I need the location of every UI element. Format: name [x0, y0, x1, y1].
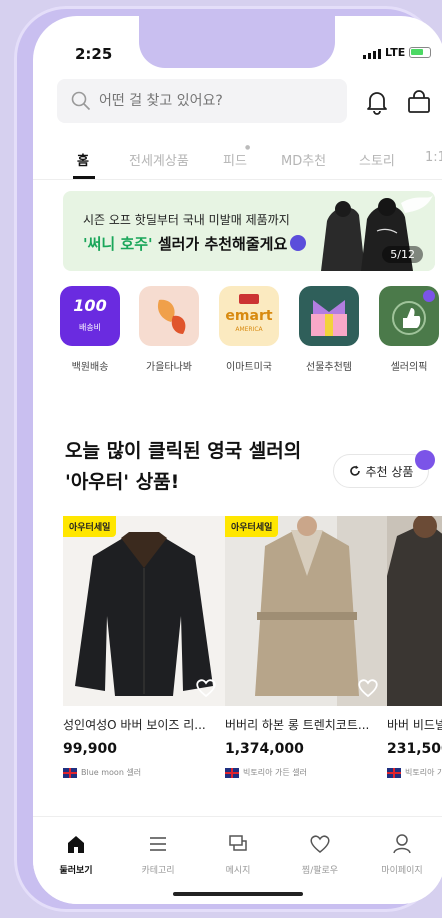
section-title-line1: 오늘 많이 클릭된 영국 셀러의 [65, 440, 302, 462]
seller-info: 빅토리아 가든 셀러 [225, 767, 387, 778]
nav-label: 메시지 [225, 866, 251, 876]
tile-text: 100 [73, 296, 107, 315]
quick-menu-label: 선물추천템 [306, 362, 352, 373]
recommend-button-label: 추천 상품 [365, 464, 414, 479]
tab-md-pick[interactable]: MD추천 [281, 150, 326, 169]
notch [139, 16, 335, 68]
app-screen: 2:25 LTE 홈 전세계상품 피드 ● MD [33, 16, 442, 904]
quick-menu-label: 가을타나봐 [146, 362, 192, 373]
nav-label: 마이페이지 [381, 866, 423, 876]
product-name: 버버리 하본 롱 트렌치코트... [225, 718, 370, 732]
network-label: LTE [385, 46, 406, 59]
seller-badge-icon [290, 235, 307, 251]
tile-subtext: AMERICA [235, 326, 263, 333]
product-price: 99,900 [63, 741, 118, 757]
gift-box-icon [299, 286, 359, 346]
nav-label: 둘러보기 [59, 866, 93, 876]
product-image: 아우터세일 [63, 516, 225, 706]
banner-subtitle: 시즌 오프 핫딜부터 국내 미발매 제품까지 [83, 213, 290, 227]
quick-menu-label: 백원배송 [71, 362, 109, 373]
tab-global-products[interactable]: 전세계상품 [129, 150, 189, 169]
category-tabs: 홈 전세계상품 피드 ● MD추천 스토리 1:1 [33, 136, 442, 180]
tab-new-dot: ● [245, 144, 251, 151]
nav-label: 카테고리 [141, 866, 175, 876]
product-card[interactable]: 아우터세일 버버리 하본 롱 트렌치코트... 1,374,000 빅토리아 가… [225, 516, 387, 778]
tile-subtext: 배송비 [78, 323, 102, 332]
thumbs-up-icon [379, 286, 439, 346]
section-title: 오늘 많이 클릭된 영국 셀러의 '아우터' 상품! [65, 436, 345, 498]
signal-icon [363, 49, 381, 59]
emart-logo-icon: emart AMERICA [219, 286, 279, 346]
battery-icon [409, 47, 431, 58]
uk-flag-icon [63, 767, 77, 778]
tab-home[interactable]: 홈 [77, 150, 89, 169]
status-time: 2:25 [75, 45, 113, 63]
quick-menu-item[interactable]: emart AMERICA 이마트미국 [218, 286, 280, 373]
refresh-icon [349, 465, 360, 476]
home-indicator [173, 892, 303, 896]
nav-message[interactable]: 메시지 [203, 833, 273, 876]
hundred-won-delivery-icon: 100 배송비 [60, 286, 120, 346]
tile-text: emart [225, 308, 273, 324]
uk-flag-icon [387, 767, 401, 778]
nav-mypage[interactable]: 마이페이지 [367, 833, 437, 876]
autumn-leaf-icon [139, 286, 199, 346]
product-card[interactable]: 아우터세일 성인여성O 바버 보이즈 리... 99,900 Blue moon… [63, 516, 225, 778]
heart-icon [310, 835, 330, 853]
banner-counter: 5/12 [382, 246, 423, 263]
search-bar[interactable] [57, 79, 347, 123]
menu-icon [150, 837, 166, 851]
shopping-bag-icon[interactable] [405, 88, 433, 116]
wishlist-heart-icon[interactable] [357, 678, 379, 698]
product-price: 1,374,000 [225, 741, 304, 757]
phone-frame: 2:25 LTE 홈 전세계상품 피드 ● MD [14, 6, 442, 912]
seller-name: 빅토리아 가든 셀러 [243, 768, 307, 777]
nav-label: 찜/팔로우 [301, 866, 339, 876]
search-input[interactable] [99, 93, 329, 109]
search-icon [71, 91, 91, 111]
message-icon [229, 835, 247, 851]
seller-info: Blue moon 셀러 [63, 767, 225, 778]
sale-badge: 아우터세일 [63, 516, 117, 537]
quick-menu-label: 이마트미국 [226, 362, 272, 373]
product-name: 성인여성O 바버 보이즈 리... [63, 718, 206, 732]
promo-banner[interactable]: 시즌 오프 핫딜부터 국내 미발매 제품까지 '써니 호주' 셀러가 추천해줄게… [63, 191, 435, 271]
sale-badge: 아우터세일 [225, 516, 279, 537]
tab-story[interactable]: 스토리 [359, 150, 395, 169]
banner-title: '써니 호주' 셀러가 추천해줄게요 [83, 233, 307, 254]
seller-name: Blue moon 셀러 [81, 768, 142, 777]
bell-icon[interactable] [363, 88, 391, 116]
product-image: 아우터세일 [225, 516, 387, 706]
uk-flag-icon [225, 767, 239, 778]
bottom-navigation: 둘러보기 카테고리 메시지 찜/팔로우 마이페이지 [33, 816, 442, 904]
quick-menu-item[interactable]: 선물추천템 [298, 286, 360, 373]
chat-bot-badge-icon[interactable] [415, 450, 435, 470]
nav-wishlist[interactable]: 찜/팔로우 [285, 833, 355, 876]
active-tab-indicator [73, 176, 95, 179]
banner-title-highlight: '써니 호주' [83, 235, 153, 253]
tab-one-to-one[interactable]: 1:1 [425, 150, 442, 165]
seller-info: 빅토리아 가 [387, 767, 442, 778]
home-icon [68, 836, 84, 853]
tab-feed[interactable]: 피드 [223, 150, 247, 169]
banner-title-rest: 셀러가 추천해줄게요 [152, 235, 288, 253]
product-card[interactable]: 바버 비드넬 231,500 빅토리아 가 [387, 516, 442, 778]
nav-browse[interactable]: 둘러보기 [41, 833, 111, 876]
section-title-line2: '아우터' 상품! [65, 471, 180, 493]
status-bar: 2:25 LTE [33, 16, 442, 68]
quick-menu-item[interactable]: 100 배송비 백원배송 [59, 286, 121, 373]
wishlist-heart-icon[interactable] [195, 678, 217, 698]
flag-mark [239, 294, 259, 304]
product-image [387, 516, 442, 706]
quick-menu-label: 셀러의픽 [390, 362, 428, 373]
product-name: 바버 비드넬 [387, 718, 442, 732]
quick-menu-item[interactable]: 가을타나봐 [138, 286, 200, 373]
nav-category[interactable]: 카테고리 [123, 833, 193, 876]
quick-menu-item[interactable]: 셀러의픽 [378, 286, 440, 373]
product-price: 231,500 [387, 741, 442, 757]
user-icon [393, 834, 411, 854]
seller-name: 빅토리아 가 [405, 768, 442, 777]
